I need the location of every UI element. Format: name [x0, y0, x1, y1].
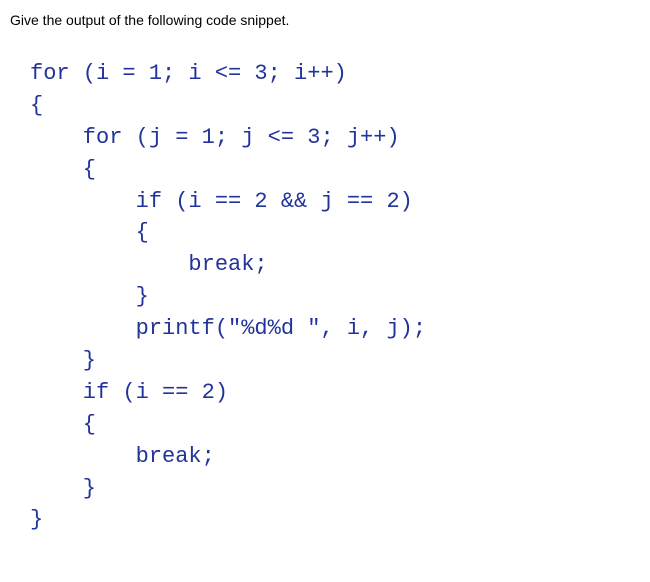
code-line: if (i == 2 && j == 2): [30, 189, 413, 214]
code-line: break;: [30, 252, 268, 277]
code-line: }: [30, 348, 96, 373]
code-line: {: [30, 157, 96, 182]
code-line: for (i = 1; i <= 3; i++): [30, 61, 347, 86]
code-line: {: [30, 220, 149, 245]
code-line: break;: [30, 444, 215, 469]
code-line: {: [30, 412, 96, 437]
code-line: for (j = 1; j <= 3; j++): [30, 125, 400, 150]
question-text: Give the output of the following code sn…: [10, 12, 640, 28]
code-line: }: [30, 476, 96, 501]
code-snippet: for (i = 1; i <= 3; i++) { for (j = 1; j…: [10, 58, 640, 536]
code-line: {: [30, 93, 43, 118]
code-line: }: [30, 507, 43, 532]
code-line: }: [30, 284, 149, 309]
code-line: if (i == 2): [30, 380, 228, 405]
code-line: printf("%d%d ", i, j);: [30, 316, 426, 341]
